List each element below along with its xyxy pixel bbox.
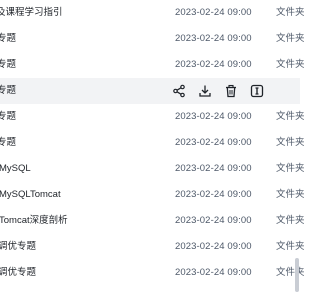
file-row[interactable]: 调优专题 2023-02-24 09:00 文件夹 xyxy=(0,260,305,286)
file-name[interactable]: 专题 xyxy=(0,52,172,78)
file-date: 2023-02-24 09:00 xyxy=(175,59,252,70)
file-row[interactable]: 专题 2023-02-24 09:00 文件夹 xyxy=(0,52,305,78)
file-type: 文件夹 xyxy=(276,241,305,252)
file-date: 2023-02-24 09:00 xyxy=(175,189,252,200)
file-name[interactable]: 调优专题 xyxy=(0,234,173,260)
file-name[interactable]: MySQLTomcat xyxy=(0,182,174,208)
file-row[interactable]: MySQL 2023-02-24 09:00 文件夹 xyxy=(0,156,305,182)
file-date: 2023-02-24 09:00 xyxy=(175,111,252,122)
file-type: 文件夹 xyxy=(276,163,305,174)
delete-icon[interactable] xyxy=(224,84,238,98)
file-row[interactable]: 专题 2023-02-24 09:00 文件夹 xyxy=(0,104,305,130)
file-date: 2023-02-24 09:00 xyxy=(175,163,252,174)
file-name[interactable]: 专题 xyxy=(0,104,172,130)
file-name[interactable]: 调优专题 xyxy=(0,260,173,286)
file-name[interactable]: MySQL xyxy=(0,156,174,182)
rename-icon[interactable] xyxy=(250,84,264,98)
file-type: 文件夹 xyxy=(276,59,305,70)
file-row[interactable]: Tomcat深度剖析 2023-02-24 09:00 文件夹 xyxy=(0,208,305,234)
file-type: 文件夹 xyxy=(276,189,305,200)
file-type: 文件夹 xyxy=(276,215,305,226)
file-type: 文件夹 xyxy=(276,111,305,122)
file-type: 文件夹 xyxy=(276,137,305,148)
file-row[interactable]: MySQLTomcat 2023-02-24 09:00 文件夹 xyxy=(0,182,305,208)
file-date: 2023-02-24 09:00 xyxy=(175,215,252,226)
file-row-hovered[interactable]: 专题 xyxy=(0,78,300,104)
download-icon[interactable] xyxy=(198,84,212,98)
file-name[interactable]: Tomcat深度剖析 xyxy=(0,208,174,234)
file-name[interactable]: 专题 xyxy=(0,26,172,52)
share-icon[interactable] xyxy=(172,84,186,98)
scrollbar[interactable] xyxy=(294,0,300,300)
file-date: 2023-02-24 09:00 xyxy=(175,267,252,278)
row-actions xyxy=(172,84,272,98)
file-type: 文件夹 xyxy=(276,33,305,44)
file-type: 文件夹 xyxy=(276,267,305,278)
file-name[interactable]: 专题 xyxy=(0,78,172,104)
file-row[interactable]: 专题 2023-02-24 09:00 文件夹 xyxy=(0,26,305,52)
file-row[interactable]: 调优专题 2023-02-24 09:00 文件夹 xyxy=(0,234,305,260)
file-name[interactable]: 及课程学习指引 xyxy=(0,0,171,26)
file-type: 文件夹 xyxy=(276,7,305,18)
file-row[interactable]: 专题 2023-02-24 09:00 文件夹 xyxy=(0,130,305,156)
file-row[interactable]: 及课程学习指引 2023-02-24 09:00 文件夹 xyxy=(0,0,305,26)
file-name[interactable]: 专题 xyxy=(0,130,172,156)
file-date: 2023-02-24 09:00 xyxy=(175,7,252,18)
scrollbar-thumb[interactable] xyxy=(295,258,299,292)
file-date: 2023-02-24 09:00 xyxy=(175,241,252,252)
file-date: 2023-02-24 09:00 xyxy=(175,33,252,44)
file-date: 2023-02-24 09:00 xyxy=(175,137,252,148)
